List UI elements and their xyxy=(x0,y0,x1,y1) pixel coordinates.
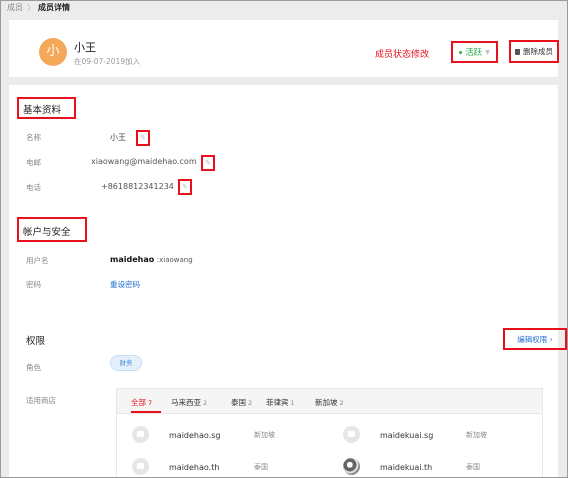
username-label: 用户名 xyxy=(26,256,49,265)
member-header-card: 小 小王 在09-07-2019加入 成员状态修改 活跃 ▼ 删除成员 xyxy=(9,20,559,77)
trash-icon xyxy=(515,49,520,55)
status-value: 活跃 xyxy=(465,48,483,58)
store-country: 新加坡 xyxy=(254,431,275,439)
active-tab-indicator xyxy=(131,411,161,413)
stores-label: 适用商店 xyxy=(26,396,56,405)
email-value: xiaowang@maidehao.com xyxy=(91,157,197,166)
edit-name-icon[interactable]: ✎ xyxy=(136,130,150,146)
username-value: maidehao :xiaowang xyxy=(110,255,193,264)
breadcrumb-separator: 〉 xyxy=(27,3,35,12)
store-name: maidekuai.sg xyxy=(380,431,434,440)
edit-permissions-button[interactable]: 编辑权限 › xyxy=(503,328,567,350)
store-country: 新加坡 xyxy=(466,431,487,439)
tab-all-label: 全部 xyxy=(131,398,146,407)
edit-email-icon[interactable]: ✎ xyxy=(201,155,215,171)
member-name: 小王 xyxy=(74,41,96,54)
edit-phone-icon[interactable]: ✎ xyxy=(178,179,192,195)
store-icon xyxy=(343,426,360,443)
avatar: 小 xyxy=(39,38,67,66)
name-value: 小王 xyxy=(110,133,126,142)
store-name: maidehao.th xyxy=(169,463,220,472)
tab-thailand-count: 2 xyxy=(248,399,253,407)
tab-philippines[interactable]: 菲律宾 1 xyxy=(266,397,295,408)
store-country: 泰国 xyxy=(466,463,480,471)
store-photo-icon xyxy=(343,458,360,475)
tab-thailand[interactable]: 泰国 2 xyxy=(231,397,252,408)
tab-all-count: 7 xyxy=(148,399,153,407)
member-joined-date: 在09-07-2019加入 xyxy=(74,57,141,66)
store-name: maidehao.sg xyxy=(169,431,221,440)
store-region-tabs: 全部 7 马来西亚 2 泰国 2 菲律宾 1 新加坡 2 xyxy=(117,389,542,414)
phone-label: 电话 xyxy=(26,183,41,192)
tab-malaysia-label: 马来西亚 xyxy=(171,398,201,407)
store-icon xyxy=(132,458,149,475)
store-icon xyxy=(132,426,149,443)
store-name: maidekuai.th xyxy=(380,463,433,472)
username-prefix: maidehao xyxy=(110,255,155,264)
basic-info-title: 基本资料 xyxy=(23,105,62,116)
chevron-right-icon: › xyxy=(549,335,553,344)
delete-member-button[interactable]: 删除成员 xyxy=(509,40,559,63)
role-badge: 财务 xyxy=(110,355,142,371)
member-detail-page: 成员〉成员详情 小 小王 在09-07-2019加入 成员状态修改 活跃 ▼ 删除… xyxy=(0,0,568,478)
tab-singapore-count: 2 xyxy=(339,399,344,407)
store-country: 泰国 xyxy=(254,463,268,471)
tab-malaysia-count: 2 xyxy=(203,399,208,407)
breadcrumb-current: 成员详情 xyxy=(38,3,70,12)
phone-value: +8618812341234 xyxy=(101,182,174,191)
status-change-label: 成员状态修改 xyxy=(375,50,430,60)
account-security-title: 帐户与安全 xyxy=(23,227,71,238)
edit-permissions-label: 编辑权限 xyxy=(517,335,548,344)
status-dot-icon xyxy=(459,51,463,54)
reset-password-link[interactable]: 重设密码 xyxy=(110,279,140,290)
tab-philippines-count: 1 xyxy=(290,399,295,407)
tab-philippines-label: 菲律宾 xyxy=(266,398,289,407)
delete-member-label: 删除成员 xyxy=(523,47,553,56)
breadcrumb-members-link[interactable]: 成员 xyxy=(7,3,23,12)
permissions-title: 权限 xyxy=(26,336,46,347)
stores-panel: 全部 7 马来西亚 2 泰国 2 菲律宾 1 新加坡 2 maidehao.sg 新加坡 … xyxy=(116,388,543,477)
role-label: 角色 xyxy=(26,363,41,372)
breadcrumb: 成员〉成员详情 xyxy=(7,2,70,13)
chevron-down-icon: ▼ xyxy=(485,49,490,56)
name-label: 名称 xyxy=(26,133,41,142)
email-label: 电邮 xyxy=(26,158,41,167)
member-info-card: 基本资料 名称 小王 ✎ 电邮 xiaowang@maidehao.com ✎ … xyxy=(9,85,567,477)
tab-singapore-label: 新加坡 xyxy=(315,398,338,407)
tab-all[interactable]: 全部 7 xyxy=(131,397,152,408)
tab-singapore[interactable]: 新加坡 2 xyxy=(315,397,344,408)
status-dropdown[interactable]: 活跃 ▼ xyxy=(451,41,498,63)
tab-thailand-label: 泰国 xyxy=(231,398,246,407)
username-suffix: :xiaowang xyxy=(156,256,193,264)
tab-malaysia[interactable]: 马来西亚 2 xyxy=(171,397,207,408)
password-label: 密码 xyxy=(26,280,41,289)
